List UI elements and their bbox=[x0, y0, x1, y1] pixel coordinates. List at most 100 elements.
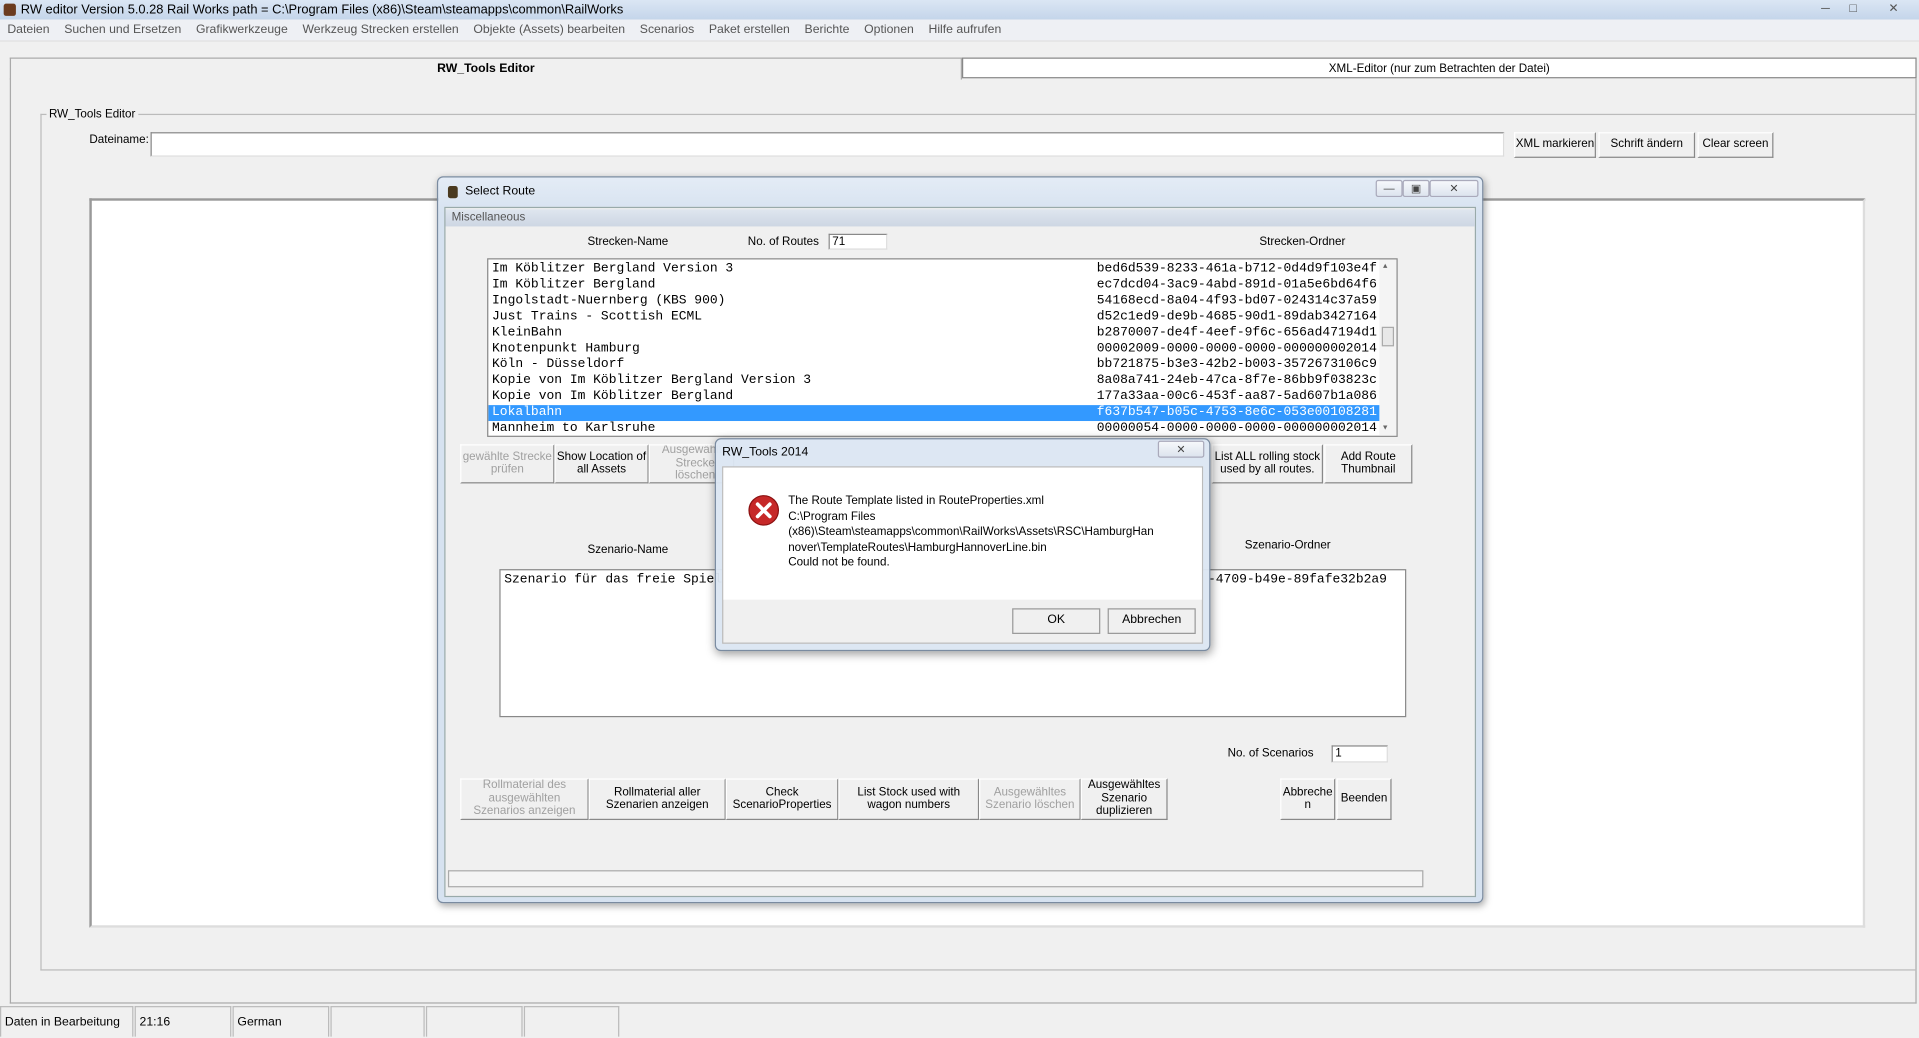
stock-selected-scenario-button[interactable]: Rollmaterial des ausgewählten Szenarios … bbox=[460, 778, 589, 821]
check-route-button[interactable]: gewählte Strecke prüfen bbox=[460, 444, 555, 484]
window-icon bbox=[447, 186, 458, 199]
route-row[interactable]: Im Köblitzer Bergland Version 3 bed6d539-… bbox=[488, 262, 1379, 278]
error-dialog: RW_Tools 2014 ✕ The Route Template liste… bbox=[714, 438, 1211, 652]
route-name: Knotenpunkt Hamburg bbox=[492, 341, 640, 357]
route-name: Ingolstadt-Nuernberg (KBS 900) bbox=[492, 293, 726, 309]
filename-input[interactable] bbox=[150, 132, 1505, 157]
stock-all-scenarios-button[interactable]: Rollmaterial aller Szenarien anzeigen bbox=[588, 778, 726, 821]
message-line: (x86)\Steam\steamapps\common\RailWorks\A… bbox=[788, 525, 1154, 539]
scroll-down-icon[interactable]: ▼ bbox=[1383, 423, 1387, 432]
route-name: Köln - Düsseldorf bbox=[492, 357, 625, 373]
route-row[interactable]: Ingolstadt-Nuernberg (KBS 900) 54168ecd-8… bbox=[488, 294, 1379, 310]
route-guid: d52c1ed9-de9b-4685-90d1-89dab3427164 bbox=[1096, 309, 1377, 325]
route-row[interactable]: Knotenpunkt Hamburg 00002009-0000-0000-00… bbox=[488, 341, 1379, 357]
dialog-title: RW_Tools 2014 bbox=[722, 445, 809, 459]
route-row[interactable]: Kopie von Im Köblitzer Bergland Version … bbox=[488, 373, 1379, 389]
progress-bar bbox=[447, 870, 1424, 888]
route-row[interactable]: KleinBahn b2870007-de4f-4eef-9f6c-656ad47… bbox=[488, 326, 1379, 342]
message-line: C:\Program Files bbox=[788, 509, 876, 524]
dialog-abbrechen-button[interactable]: Abbrechen bbox=[1107, 608, 1196, 634]
error-icon bbox=[748, 495, 780, 526]
route-guid: bb721875-b3e3-42b2-b003-3572673106c9 bbox=[1096, 357, 1377, 373]
maximize-icon[interactable]: □ bbox=[1849, 0, 1856, 20]
status-panel: Daten in Bearbeitung bbox=[0, 1006, 134, 1037]
dialog-content: The Route Template listed in RouteProper… bbox=[722, 466, 1204, 644]
minimize-icon[interactable]: ─ bbox=[1821, 0, 1830, 20]
route-list-scrollbar[interactable]: ▲ ▼ bbox=[1379, 259, 1397, 436]
tab-xml-editor[interactable]: XML-Editor (nur zum Betrachten der Datei… bbox=[961, 57, 1917, 79]
route-name: Lokalbahn bbox=[492, 405, 563, 420]
beenden-button[interactable]: Beenden bbox=[1336, 778, 1392, 821]
delete-scenario-button[interactable]: Ausgewähltes Szenario löschen bbox=[979, 778, 1081, 821]
section-header: Miscellaneous bbox=[445, 209, 1475, 227]
route-name: Mannheim to Karlsruhe bbox=[492, 421, 656, 436]
schrift-aendern-button[interactable]: Schrift ändern bbox=[1598, 132, 1696, 158]
scenarios-count-label: No. of Scenarios bbox=[1227, 746, 1314, 761]
scenarios-count-field[interactable]: 1 bbox=[1331, 745, 1388, 763]
scenario-guid: -4709-b49e-89fafe32b2a9 bbox=[1207, 572, 1387, 588]
menu-item-2[interactable]: Grafikwerkzeuge bbox=[196, 23, 288, 36]
list-stock-wagon-numbers-button[interactable]: List Stock used with wagon numbers bbox=[838, 778, 980, 821]
menu-bar: Dateien Suchen und Ersetzen Grafikwerkzeug… bbox=[0, 19, 1919, 42]
menu-item-4[interactable]: Objekte (Assets) bearbeiten bbox=[473, 23, 625, 36]
maximize-button[interactable]: ▣ bbox=[1402, 179, 1430, 198]
scroll-thumb[interactable] bbox=[1381, 326, 1395, 347]
route-guid: b2870007-de4f-4eef-9f6c-656ad47194d1 bbox=[1096, 325, 1377, 341]
app-title: RW editor Version 5.0.28 Rail Works path… bbox=[20, 2, 624, 18]
route-row[interactable]: Lokalbahn f637b547-b05c-4753-8e6c-053e001… bbox=[488, 405, 1380, 422]
duplicate-scenario-button[interactable]: Ausgewähltes Szenario duplizieren bbox=[1080, 778, 1168, 821]
routes-count-field[interactable]: 71 bbox=[828, 233, 888, 250]
route-guid: 00002009-0000-0000-0000-000000002014 bbox=[1096, 341, 1377, 357]
tab-rw-tools-editor[interactable]: RW_Tools Editor bbox=[9, 57, 962, 80]
route-list[interactable]: ▲ ▼ Im Köblitzer Bergland Version 3 bed6d… bbox=[487, 258, 1398, 437]
menu-item-5[interactable]: Scenarios bbox=[640, 23, 694, 36]
minimize-button[interactable]: — bbox=[1375, 179, 1403, 198]
route-name: Kopie von Im Köblitzer Bergland Version … bbox=[492, 373, 812, 388]
route-guid: 8a08a741-24eb-47ca-8f7e-86bb9f03823c bbox=[1096, 373, 1377, 388]
message-line: The Route Template listed in RouteProper… bbox=[788, 494, 1044, 508]
close-button[interactable]: ✕ bbox=[1429, 179, 1479, 198]
route-row[interactable]: Mannheim to Karlsruhe 00000054-0000-0000-… bbox=[488, 421, 1379, 436]
clear-screen-button[interactable]: Clear screen bbox=[1697, 132, 1774, 158]
check-scenario-properties-button[interactable]: Check ScenarioProperties bbox=[725, 778, 839, 821]
menu-item-0[interactable]: Dateien bbox=[7, 23, 49, 36]
menu-item-8[interactable]: Optionen bbox=[864, 23, 914, 36]
route-guid: 00000054-0000-0000-0000-000000002014 bbox=[1096, 421, 1377, 436]
status-panel bbox=[523, 1006, 620, 1037]
close-icon[interactable]: ✕ bbox=[1888, 0, 1898, 20]
dialog-close-button[interactable]: ✕ bbox=[1157, 440, 1205, 458]
route-name: Just Trains - Scottish ECML bbox=[492, 309, 703, 325]
route-row[interactable]: Just Trains - Scottish ECML d52c1ed9-de9b… bbox=[488, 310, 1379, 326]
tab-label: RW_Tools Editor bbox=[437, 62, 535, 76]
route-row[interactable]: Köln - Düsseldorf bb721875-b3e3-42b2-b003… bbox=[488, 357, 1379, 373]
dialog-message-area: The Route Template listed in RouteProper… bbox=[723, 467, 1202, 600]
abbrechen-button[interactable]: Abbrechen bbox=[1280, 778, 1336, 821]
list-all-stock-button[interactable]: List ALL rolling stock used by all route… bbox=[1211, 444, 1324, 484]
menu-item-1[interactable]: Suchen und Ersetzen bbox=[64, 23, 181, 36]
add-thumbnail-button[interactable]: Add Route Thumbnail bbox=[1324, 444, 1413, 484]
window-title: Select Route bbox=[465, 184, 536, 199]
show-location-button[interactable]: Show Location of all Assets bbox=[554, 444, 649, 484]
ok-button[interactable]: OK bbox=[1012, 608, 1101, 634]
route-name: Kopie von Im Köblitzer Bergland bbox=[492, 389, 734, 404]
status-panel bbox=[425, 1006, 523, 1037]
route-guid: 177a33aa-00c6-453f-aa87-5ad607b1a086 bbox=[1096, 389, 1377, 404]
menu-item-6[interactable]: Paket erstellen bbox=[709, 23, 790, 36]
scroll-up-icon[interactable]: ▲ bbox=[1383, 262, 1387, 271]
status-panel: German bbox=[232, 1006, 330, 1037]
route-guid: ec7dcd04-3ac9-4abd-891d-01a5e6bd64f6 bbox=[1096, 277, 1377, 293]
route-name: KleinBahn bbox=[492, 325, 563, 341]
route-guid: bed6d539-8233-461a-b712-0d4d9f103e4f bbox=[1096, 261, 1377, 277]
app-icon bbox=[3, 3, 16, 16]
route-row[interactable]: Kopie von Im Köblitzer Bergland 177a33aa-… bbox=[488, 389, 1379, 405]
menu-item-3[interactable]: Werkzeug Strecken erstellen bbox=[302, 23, 458, 36]
message-line: Could not be found. bbox=[788, 555, 890, 570]
routes-count-label: No. of Routes bbox=[747, 234, 819, 249]
xml-markieren-button[interactable]: XML markieren bbox=[1513, 132, 1596, 158]
route-name: Im Köblitzer Bergland Version 3 bbox=[492, 261, 734, 277]
menu-item-7[interactable]: Berichte bbox=[805, 23, 850, 36]
menu-item-9[interactable]: Hilfe aufrufen bbox=[929, 23, 1002, 36]
route-row[interactable]: Im Köblitzer Bergland ec7dcd04-3ac9-4abd-… bbox=[488, 278, 1379, 294]
dialog-message: The Route Template listed in RouteProper… bbox=[788, 494, 1154, 570]
editor-group-label: RW_Tools Editor bbox=[46, 107, 138, 122]
